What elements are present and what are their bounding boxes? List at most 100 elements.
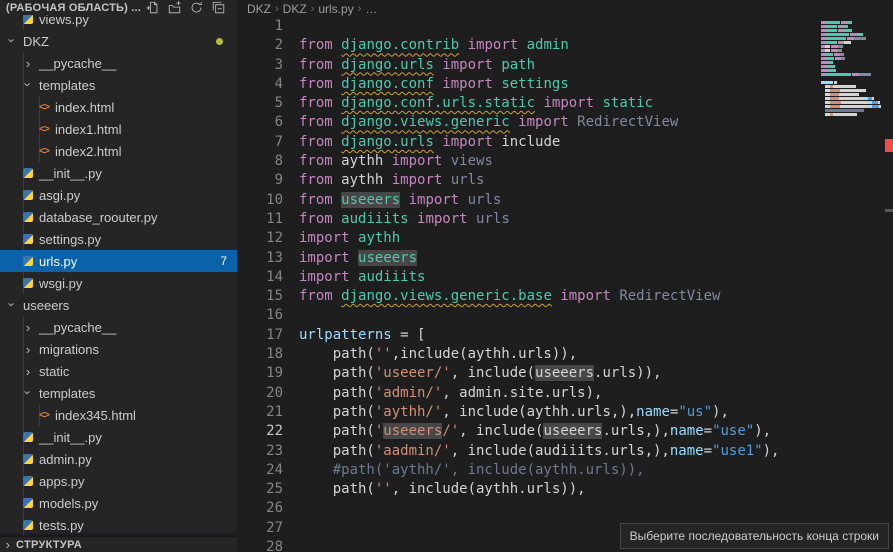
tree-file-models.py[interactable]: models.py [0,492,237,514]
python-file-icon [20,14,36,24]
chevron-collapsed-icon: › [20,56,36,71]
line-number: 11 [237,210,283,229]
ruler-info-marker [885,209,893,212]
chevron-collapsed-icon: › [20,320,36,335]
folder-modified-dot [216,38,223,45]
html-file-icon: <> [36,146,52,157]
code-line-22[interactable]: 22 path('useeers/', include(useeers.urls… [237,422,893,441]
tree-folder-useeers[interactable]: ›useeers [0,294,237,316]
outline-section-header[interactable]: › СТРУКТУРА [0,537,237,552]
code-line-16[interactable]: 16 [237,306,893,325]
tree-item-label: __pycache__ [36,56,116,71]
chevron-collapsed-icon: › [20,342,36,357]
code-line-7[interactable]: 7from django.urls import include [237,133,893,152]
line-text: from django.conf import settings [299,75,569,94]
tree-item-label: index1.html [52,122,121,137]
line-text: import aythh [299,229,400,248]
code-line-18[interactable]: 18 path('',include(aythh.urls)), [237,345,893,364]
tree-folder-templates[interactable]: ›templates [0,74,237,96]
line-number: 13 [237,249,283,268]
overview-ruler[interactable] [885,0,893,552]
code-line-14[interactable]: 14import audiiits [237,268,893,287]
code-line-5[interactable]: 5from django.conf.urls.static import sta… [237,94,893,113]
line-text: from django.contrib import admin [299,36,569,55]
code-line-13[interactable]: 13 import useeers [237,249,893,268]
line-number: 28 [237,538,283,552]
breadcrumb-item[interactable]: urls.py [318,2,353,16]
tree-item-label: migrations [36,342,99,357]
code-line-4[interactable]: 4from django.conf import settings [237,75,893,94]
code-line-26[interactable]: 26 [237,499,893,518]
new-file-icon[interactable] [146,1,159,14]
code-line-9[interactable]: 9from aythh import urls [237,171,893,190]
tree-item-label: templates [36,78,95,93]
python-file-icon [20,190,36,200]
tree-file-settings.py[interactable]: settings.py [0,228,237,250]
refresh-icon[interactable] [190,1,203,14]
code-line-3[interactable]: 3from django.urls import path [237,56,893,75]
line-number: 2 [237,36,283,55]
code-line-24[interactable]: 24 #path('aythh/', include(aythh.urls)), [237,461,893,480]
tree-file-__init__.py[interactable]: __init__.py [0,426,237,448]
tree-file-asgi.py[interactable]: asgi.py [0,184,237,206]
python-file-icon [20,520,36,530]
tree-file-apps.py[interactable]: apps.py [0,470,237,492]
tree-folder-__pycache__[interactable]: ›__pycache__ [0,52,237,74]
line-text: from django.views.generic.base import Re… [299,287,720,306]
tree-folder-migrations[interactable]: ›migrations [0,338,237,360]
tree-file-database_roouter.py[interactable]: database_roouter.py [0,206,237,228]
line-text: path('useeer/', include(useeers.urls)), [299,364,661,383]
tree-item-label: admin.py [36,452,92,467]
tree-folder-static[interactable]: ›static [0,360,237,382]
line-number: 17 [237,326,283,345]
tree-file-tests.py[interactable]: tests.py [0,514,237,536]
statusbar-tooltip: Выберите последовательность конца строки [620,523,889,549]
code-line-25[interactable]: 25 path('', include(aythh.urls)), [237,480,893,499]
line-number: 5 [237,94,283,113]
breadcrumb-item[interactable]: DKZ [283,2,307,16]
tree-item-label: tests.py [36,518,84,533]
chevron-expanded-icon: › [5,296,20,312]
code-line-1[interactable]: 1 [237,17,893,36]
line-text: import audiiits [299,268,425,287]
line-number: 1 [237,17,283,36]
code-line-6[interactable]: 6from django.views.generic import Redire… [237,113,893,132]
html-file-icon: <> [36,102,52,113]
outline-label: СТРУКТУРА [16,539,82,551]
python-file-icon [20,498,36,508]
workspace-title: (РАБОЧАЯ ОБЛАСТЬ) ... [6,2,146,14]
minimap[interactable] [821,17,885,129]
tree-folder-templates[interactable]: ›templates [0,382,237,404]
tree-file-index.html[interactable]: <>index.html [0,96,237,118]
tree-file-index2.html[interactable]: <>index2.html [0,140,237,162]
tree-item-label: __init__.py [36,166,102,181]
code-line-2[interactable]: 2 from django.contrib import admin [237,36,893,55]
code-line-10[interactable]: 10from useeers import urls [237,191,893,210]
code-line-17[interactable]: 17urlpatterns = [ [237,326,893,345]
tree-file-urls.py[interactable]: urls.py7 [0,250,237,272]
code-line-15[interactable]: 15from django.views.generic.base import … [237,287,893,306]
code-line-11[interactable]: 11from audiiits import urls [237,210,893,229]
line-text: import useeers [299,249,417,268]
new-folder-icon[interactable] [168,1,181,14]
tree-file-admin.py[interactable]: admin.py [0,448,237,470]
code-line-8[interactable]: 8from aythh import views [237,152,893,171]
breadcrumb-item[interactable]: DKZ [247,2,271,16]
code-line-21[interactable]: 21 path('aythh/', include(aythh.urls,),n… [237,403,893,422]
line-number: 12 [237,229,283,248]
python-file-icon [20,256,36,266]
tree-file-__init__.py[interactable]: __init__.py [0,162,237,184]
tree-file-index345.html[interactable]: <>index345.html [0,404,237,426]
code-line-23[interactable]: 23 path('aadmin/', include(audiiits.urls… [237,442,893,461]
collapse-all-icon[interactable] [212,1,225,14]
tree-file-index1.html[interactable]: <>index1.html [0,118,237,140]
code-line-12[interactable]: 12 import aythh [237,229,893,248]
tree-file-wsgi.py[interactable]: wsgi.py [0,272,237,294]
tree-folder-DKZ[interactable]: ›DKZ [0,30,237,52]
code-line-20[interactable]: 20 path('admin/', admin.site.urls), [237,384,893,403]
tree-folder-__pycache__[interactable]: ›__pycache__ [0,316,237,338]
breadcrumb-item[interactable]: … [365,2,377,16]
line-number: 23 [237,442,283,461]
chevron-expanded-icon: › [5,32,20,48]
code-line-19[interactable]: 19 path('useeer/', include(useeers.urls)… [237,364,893,383]
